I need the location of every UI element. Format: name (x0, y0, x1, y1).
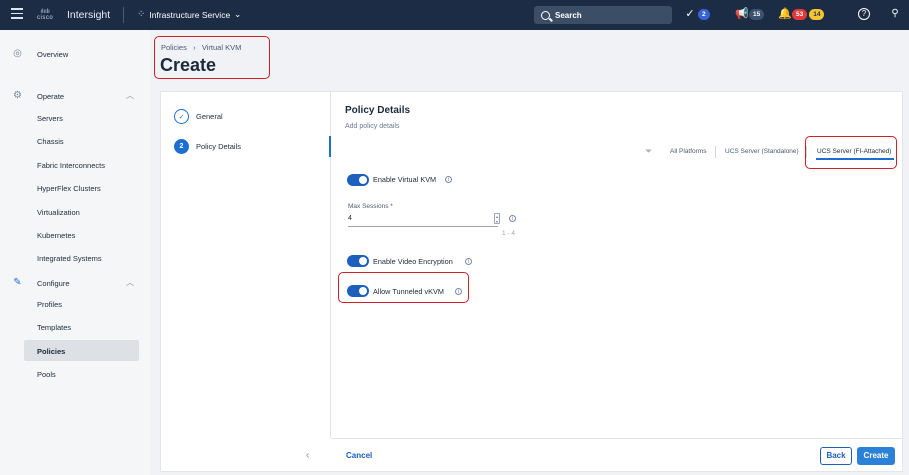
highlight-box-header (154, 36, 270, 79)
alarms-warning-badge: 14 (809, 8, 825, 20)
sidebar-item-integrated-systems[interactable]: Integrated Systems (37, 254, 102, 263)
max-sessions-hint: 1 - 4 (502, 230, 516, 237)
step-label: General (196, 112, 223, 121)
megaphone-icon: 📢 (735, 8, 749, 20)
step-general[interactable]: ✓ General (174, 109, 223, 124)
step-label: Policy Details (196, 142, 242, 151)
chevron-down-icon: ⌄ (234, 9, 242, 19)
sidebar-item-hyperflex-clusters[interactable]: HyperFlex Clusters (37, 184, 101, 193)
sidebar-group-configure[interactable]: Configure (37, 279, 70, 288)
sidebar-item-fabric-interconnects[interactable]: Fabric Interconnects (37, 161, 105, 170)
active-step-indicator (329, 136, 331, 157)
sidebar-item-policies[interactable]: Policies (37, 347, 65, 356)
check-icon: ✓ (174, 109, 189, 124)
info-icon[interactable]: i (445, 176, 452, 183)
sidebar-group-operate[interactable]: Operate (37, 92, 64, 101)
step-number: 2 (174, 139, 189, 154)
enable-virtual-kvm-toggle[interactable] (347, 174, 369, 186)
search-icon (541, 10, 550, 20)
sidebar-item-pools[interactable]: Pools (37, 370, 56, 379)
wizard-card: ✓ General 2 Policy Details ‹ Policy Deta… (160, 91, 903, 472)
tasks-badge: 2 (698, 8, 710, 20)
divider (715, 146, 716, 158)
create-button[interactable]: Create (857, 447, 895, 465)
help-icon: ? (858, 8, 870, 20)
sidebar-item-chassis[interactable]: Chassis (37, 137, 64, 146)
chevron-up-icon[interactable]: ︿ (126, 90, 134, 101)
sidebar-item-profiles[interactable]: Profiles (37, 300, 62, 309)
sidebar-item-servers[interactable]: Servers (37, 114, 63, 123)
max-sessions-input[interactable]: 4 (348, 213, 498, 227)
user-icon: ⚲ (891, 8, 899, 19)
configure-icon: ✎ (13, 277, 22, 288)
apps-grid-icon: ⁘ (137, 9, 146, 20)
platform-tab-standalone[interactable]: UCS Server (Standalone) (725, 148, 799, 155)
platform-tab-all[interactable]: All Platforms (670, 148, 706, 155)
info-icon[interactable]: i (465, 258, 472, 265)
help-button[interactable]: ? (858, 8, 870, 20)
top-bar: ılıılı cisco Intersight ⁘ Infrastructure… (0, 0, 909, 30)
overview-icon: ◎ (13, 48, 22, 59)
app-name: Intersight (67, 9, 111, 21)
menu-icon[interactable] (11, 8, 23, 20)
wizard-footer: Cancel Back Create (331, 438, 903, 472)
chevron-left-icon[interactable]: ‹ (306, 450, 309, 461)
enable-video-encryption-toggle[interactable] (347, 255, 369, 267)
divider (123, 7, 124, 23)
announcements-indicator[interactable]: 📢 15 (735, 8, 765, 20)
tasks-indicator[interactable]: ✓ 2 (684, 8, 710, 20)
search-button[interactable]: Search (534, 6, 672, 24)
wizard-steps: ✓ General 2 Policy Details ‹ (161, 92, 331, 461)
back-button[interactable]: Back (820, 447, 852, 465)
section-subtitle: Add policy details (345, 123, 400, 130)
enable-video-encryption-label: Enable Video Encryption (373, 257, 453, 266)
sidebar-item-templates[interactable]: Templates (37, 323, 71, 332)
user-button[interactable]: ⚲ (889, 8, 901, 20)
sidebar-item-overview[interactable]: Overview (37, 50, 68, 59)
info-icon[interactable]: i (509, 215, 516, 222)
section-title: Policy Details (345, 105, 411, 116)
sidebar-item-virtualization[interactable]: Virtualization (37, 208, 80, 217)
sidebar: ◎ Overview ⚙ Operate ︿ Servers Chassis F… (0, 30, 150, 475)
bell-icon: 🔔 (778, 8, 792, 20)
highlight-box-platform (805, 136, 897, 169)
enable-virtual-kvm-label: Enable Virtual KVM (373, 175, 437, 184)
step-policy-details[interactable]: 2 Policy Details (174, 139, 241, 154)
filter-icon[interactable]: ⏷ (645, 146, 652, 157)
max-sessions-stepper[interactable]: ▴ ▾ (494, 213, 500, 224)
chevron-up-icon[interactable]: ︿ (126, 277, 134, 288)
alarms-indicator[interactable]: 🔔 53 14 (778, 8, 825, 20)
sidebar-item-kubernetes[interactable]: Kubernetes (37, 231, 75, 240)
operate-icon: ⚙ (13, 90, 22, 101)
check-circle-icon: ✓ (685, 8, 695, 20)
service-selector[interactable]: ⁘ Infrastructure Service ⌄ (137, 9, 241, 20)
highlight-box-tunneled (338, 272, 469, 303)
search-label: Search (555, 10, 582, 20)
cancel-button[interactable]: Cancel (346, 451, 372, 460)
cisco-logo: ılıılı cisco (37, 9, 54, 21)
max-sessions-label: Max Sessions * (348, 203, 393, 210)
alarms-critical-badge: 53 (792, 8, 808, 20)
announcements-badge: 15 (749, 8, 765, 20)
service-label: Infrastructure Service (149, 9, 231, 20)
